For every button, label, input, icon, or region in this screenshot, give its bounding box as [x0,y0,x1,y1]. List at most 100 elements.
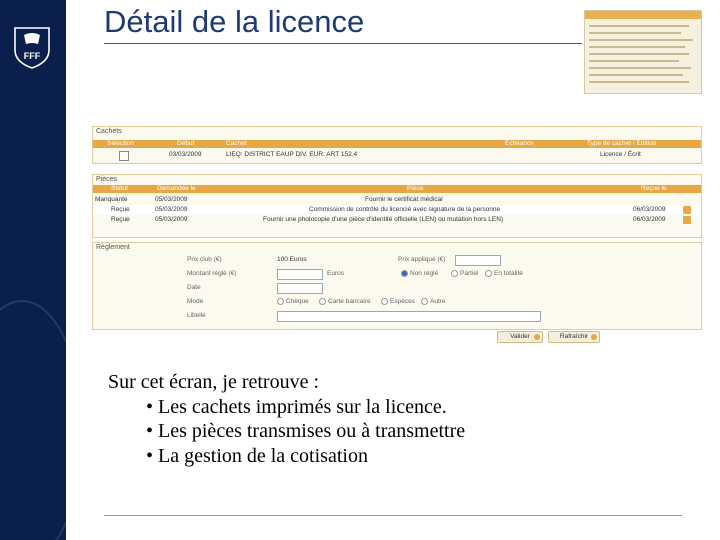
radio-icon [485,270,492,277]
cachets-header: Sélection Début Cachet Échéance Type de … [93,140,701,148]
cell-statut: Manquante [95,196,128,203]
select-checkbox[interactable] [119,151,129,161]
radio-icon [381,298,388,305]
cell-recue: 06/03/2009 [633,216,666,223]
cell-type-edition: Licence / Écrit [600,151,641,158]
mini-row [589,39,693,41]
label-libelle: Libellé [187,312,206,319]
cell-demandee: 05/03/2009 [155,206,188,213]
refresh-button[interactable]: Rafraîchir [548,331,600,343]
cachets-section: Cachets Sélection Début Cachet Échéance … [92,126,702,164]
mode-especes[interactable]: Espèces [381,298,415,305]
col-piece: Pièce [407,185,424,192]
radio-icon [319,298,326,305]
intro-text: Sur cet écran, je retrouve : [108,371,320,393]
sidebar-band: FFF [0,0,66,540]
label-date: Date [187,284,201,291]
cell-cachet: LIEQ: DISTRICT EAUP DIV. EUR: ART 152.4 [226,151,358,158]
mode-carte-bancaire[interactable]: Carte bancaire [319,298,371,305]
status-label: En totalité [494,270,523,278]
decorative-sweep [0,300,66,540]
radio-icon [277,298,284,305]
cachets-title: Cachets [96,128,122,135]
pieces-title: Pièces [96,176,118,183]
libelle-input[interactable] [277,311,541,322]
montant-regle-input[interactable] [277,269,323,280]
mini-header-bar [585,11,701,19]
cell-demandee: 05/03/2009 [155,196,188,203]
col-demandee: Demandée le [157,185,196,192]
table-row[interactable]: Reçue 05/03/2009 Commission de contrôle … [93,205,701,215]
table-row[interactable]: 03/03/2009 LIEQ: DISTRICT EAUP DIV. EUR:… [93,150,701,161]
mini-row [589,67,691,69]
cell-statut: Reçue [111,216,130,223]
date-input[interactable] [277,283,323,294]
status-label: Non réglé [410,270,439,278]
prix-applique-input[interactable] [455,255,501,266]
col-type-edition: Type de cachet / Édition [587,140,657,147]
status-label: Partiel [460,270,479,278]
mini-row [589,32,681,34]
mini-row [589,53,689,55]
reglement-title: Règlement [96,244,130,251]
label-mode: Mode [187,298,204,305]
refresh-label: Rafraîchir [559,333,589,340]
radio-icon [421,298,428,305]
table-row[interactable]: Reçue 05/03/2009 Fournir une photocopie … [93,215,701,225]
label-prix-club: Prix club (€) [187,256,222,263]
pieces-header: Statut Demandée le Pièce Reçue le [93,185,701,193]
col-cachet: Cachet [226,140,247,147]
footer-rule [104,515,682,516]
arrow-icon [591,334,597,340]
mini-row [589,46,685,48]
bullet-item: • Les cachets imprimés sur la licence. [146,395,447,418]
col-recue: Reçue le [641,185,667,192]
col-statut: Statut [111,185,128,192]
status-partiel[interactable]: Partiel [451,270,478,277]
pieces-section: Pièces Statut Demandée le Pièce Reçue le… [92,174,702,238]
cell-statut: Reçue [111,206,130,213]
col-echeance: Échéance [505,140,534,147]
edit-icon[interactable] [683,216,691,224]
euros-unit: Euros [327,270,344,277]
reglement-section: Règlement Prix club (€) 100 Euros Prix a… [92,242,702,330]
mode-label: Espèces [390,298,415,306]
validate-button[interactable]: Valider [497,331,543,343]
col-debut: Début [177,140,195,147]
cell-demandee: 05/03/2009 [155,216,188,223]
validate-label: Valider [510,333,530,340]
brand-text: FFF [24,51,41,61]
bullet-item: • Les pièces transmises ou à transmettre [146,420,466,442]
mode-cheque[interactable]: Chèque [277,298,309,305]
prix-club-value: 100 Euros [277,256,307,263]
label-montant-regle: Montant réglé (€) [187,270,237,277]
title-underline [104,43,582,44]
cell-piece: Fournir une photocopie d'une pièce d'ide… [263,216,504,223]
bullet-item: • La gestion de la cotisation [146,444,368,467]
table-row[interactable]: Manquante 05/03/2009 Fournir le certific… [93,195,701,205]
cell-piece: Fournir le certificat médical [365,196,443,203]
mode-label: Autre [430,298,446,306]
radio-icon [401,270,408,277]
mode-label: Chèque [286,298,309,306]
mini-list-screenshot [584,10,702,94]
arrow-icon [534,334,540,340]
cell-recue: 06/03/2009 [633,206,666,213]
radio-icon [451,270,458,277]
slide-title: Détail de la licence [104,4,365,39]
cell-piece: Commission de contrôle du licencié avec … [309,206,501,213]
status-en-totalite[interactable]: En totalité [485,270,523,277]
fff-logo: FFF [14,27,50,69]
col-selection: Sélection [107,140,134,147]
mode-label: Carte bancaire [328,298,371,306]
licence-detail-screenshot: Cachets Sélection Début Cachet Échéance … [92,126,702,344]
mini-row [589,25,689,27]
mini-row [589,81,689,83]
label-prix-applique: Prix appliqué (€) [398,256,446,263]
mini-row [589,74,683,76]
status-non-regle[interactable]: Non réglé [401,270,438,277]
edit-icon[interactable] [683,206,691,214]
cell-debut: 03/03/2009 [169,151,202,158]
mode-autre[interactable]: Autre [421,298,446,305]
mini-row [589,60,679,62]
